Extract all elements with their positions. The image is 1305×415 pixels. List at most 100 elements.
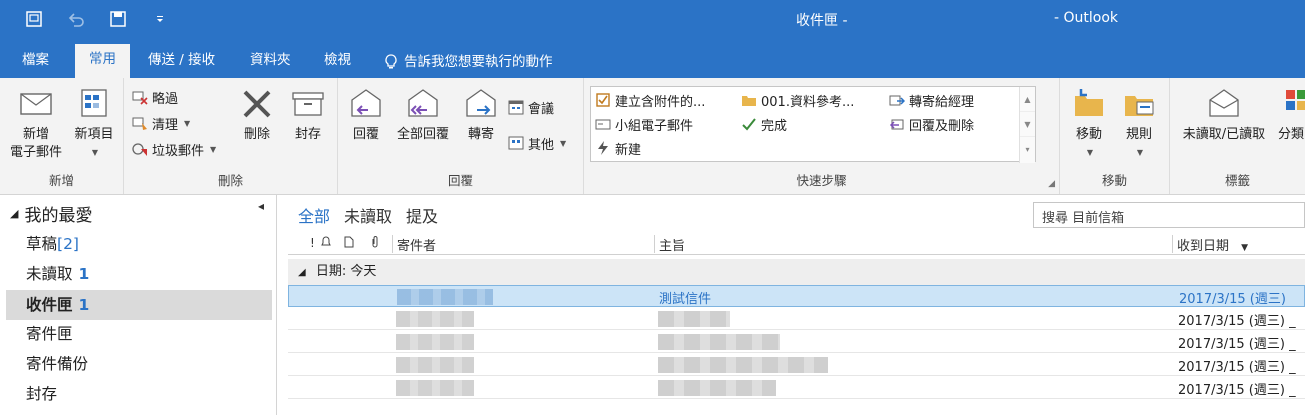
tab-send-receive[interactable]: 傳送 / 接收: [134, 46, 229, 78]
chevron-down-icon: ▼: [210, 144, 217, 154]
favorites-header[interactable]: ◢ 我的最愛: [10, 201, 92, 226]
quick-step-create-new[interactable]: 新建: [595, 137, 641, 159]
folder-unread[interactable]: 未讀取 1: [6, 259, 272, 289]
column-subject[interactable]: 主旨: [654, 235, 1172, 254]
folder-label: 未讀取: [26, 265, 73, 283]
quick-steps-gallery: 建立含附件的... 001.資料參考... 轉寄給經理 小組電子郵件 完成 回覆…: [590, 86, 1036, 163]
message-date: 2017/3/15 (週三) _: [1178, 383, 1296, 398]
collapse-triangle-icon: ◢: [10, 207, 19, 220]
group-delete-label: 刪除: [217, 173, 243, 188]
folder-label: 封存: [26, 385, 58, 403]
junk-button[interactable]: 垃圾郵件 ▼: [132, 138, 216, 160]
gallery-more-icon[interactable]: ▾: [1020, 137, 1035, 162]
cleanup-button[interactable]: 清理 ▼: [132, 112, 190, 134]
folder-label: 收件匣: [26, 296, 73, 314]
new-items-button[interactable]: 新項目 ▼: [68, 86, 120, 162]
new-email-label-2: 電子郵件: [9, 145, 62, 160]
quick-step-label: 完成: [761, 118, 788, 134]
tab-view[interactable]: 檢視: [310, 46, 365, 78]
quick-step-label: 建立含附件的...: [615, 94, 706, 110]
chevron-down-icon: ▼: [560, 138, 567, 148]
tab-home[interactable]: 常用: [75, 44, 130, 78]
column-from[interactable]: 寄件者: [392, 235, 654, 254]
folder-drafts[interactable]: 草稿[2]: [6, 229, 272, 259]
window-title-folder: 收件匣 -: [796, 13, 848, 29]
save-icon[interactable]: [108, 9, 128, 29]
ribbon: 新增 電子郵件 新項目 ▼ 新增 略過 清理 ▼ 垃圾郵件 ▼ 刪除 封存 刪除…: [0, 78, 1305, 195]
meeting-button[interactable]: 會議: [508, 96, 554, 118]
reminder-icon[interactable]: [320, 236, 332, 251]
more-respond-icon: [508, 136, 524, 150]
quick-steps-scrollbar[interactable]: ▲ ▼ ▾: [1019, 87, 1035, 163]
importance-icon[interactable]: !: [310, 236, 315, 250]
group-new: 新增 電子郵件 新項目 ▼ 新增: [0, 78, 124, 194]
collapse-triangle-icon: ◢: [298, 267, 306, 278]
collapse-pane-icon[interactable]: ◂: [258, 199, 264, 213]
reply-delete-icon: [889, 119, 904, 130]
quick-step-team-email[interactable]: 小組電子郵件: [595, 113, 693, 135]
folder-inbox[interactable]: 收件匣 1: [6, 290, 272, 320]
folder-outbox[interactable]: 寄件匣: [6, 319, 272, 349]
quick-step-label: 001.資料參考...: [761, 94, 855, 110]
reply-button[interactable]: 回覆: [342, 86, 390, 144]
scroll-up-icon[interactable]: ▲: [1020, 87, 1035, 112]
archive-button[interactable]: 封存: [284, 86, 332, 144]
reply-all-icon: [405, 86, 441, 122]
send-receive-icon[interactable]: [24, 9, 44, 29]
group-respond: 回覆 全部回覆 轉寄 會議 其他 ▼ 回覆: [338, 78, 584, 194]
quick-step-folder-ref[interactable]: 001.資料參考...: [741, 89, 854, 111]
message-row[interactable]: 2017/3/15 (週三) _: [288, 331, 1305, 353]
quick-step-create-attachment[interactable]: 建立含附件的...: [595, 89, 705, 111]
filter-mentions[interactable]: 提及: [406, 203, 438, 227]
folder-count: [2]: [57, 235, 79, 253]
reply-all-button[interactable]: 全部回覆: [392, 86, 454, 144]
more-respond-button[interactable]: 其他 ▼: [508, 132, 566, 154]
categorize-button[interactable]: 分類: [1278, 86, 1305, 144]
date-group-header[interactable]: ◢ 日期: 今天: [288, 259, 1305, 285]
meeting-label: 會議: [528, 101, 555, 117]
tab-file[interactable]: 檔案: [8, 46, 63, 78]
group-quick-steps: 建立含附件的... 001.資料參考... 轉寄給經理 小組電子郵件 完成 回覆…: [584, 78, 1060, 194]
unread-read-button[interactable]: 未讀取/已讀取: [1174, 86, 1274, 144]
quick-step-done[interactable]: 完成: [741, 113, 787, 135]
message-row[interactable]: 測試信件 2017/3/15 (週三): [288, 285, 1305, 307]
message-subject: 測試信件: [659, 292, 712, 307]
lightbulb-icon: [385, 54, 397, 69]
message-row[interactable]: 2017/3/15 (週三) _: [288, 354, 1305, 376]
cleanup-label: 清理: [152, 117, 179, 133]
forward-button[interactable]: 轉寄: [458, 86, 504, 144]
meeting-icon: [508, 100, 524, 115]
scroll-down-icon[interactable]: ▼: [1020, 112, 1035, 137]
tell-me-box[interactable]: 告訴我您想要執行的動作: [370, 46, 567, 78]
tell-me-label: 告訴我您想要執行的動作: [404, 54, 553, 70]
folder-archive[interactable]: 封存: [6, 379, 272, 409]
message-date: 2017/3/15 (週三): [1179, 292, 1286, 307]
subject-redacted: [658, 334, 780, 350]
quick-step-forward-manager[interactable]: 轉寄給經理: [889, 89, 974, 111]
sender-redacted: [396, 334, 474, 350]
undo-icon[interactable]: [66, 9, 86, 29]
move-button[interactable]: 移動 ▼: [1066, 86, 1112, 162]
attachment-icon[interactable]: [370, 236, 380, 251]
search-input[interactable]: 搜尋 目前信箱: [1033, 202, 1305, 228]
item-type-icon[interactable]: [344, 236, 354, 251]
customize-qat-icon[interactable]: [150, 9, 170, 29]
folder-sent[interactable]: 寄件備份: [6, 349, 272, 379]
folder-label: 寄件匣: [26, 325, 73, 343]
filter-unread[interactable]: 未讀取: [344, 203, 392, 227]
filter-all[interactable]: 全部: [298, 203, 330, 227]
column-received[interactable]: 收到日期 ▼: [1172, 235, 1305, 254]
ignore-button[interactable]: 略過: [132, 86, 178, 108]
message-row[interactable]: 2017/3/15 (週三) _: [288, 308, 1305, 330]
folder-pane: ◢ 我的最愛 ◂ 草稿[2] 未讀取 1 收件匣 1 寄件匣 寄件備份 封存: [0, 195, 277, 415]
message-row[interactable]: 2017/3/15 (週三) _: [288, 377, 1305, 399]
forward-arrow-icon: [889, 95, 905, 106]
quick-step-reply-delete[interactable]: 回覆及刪除: [889, 113, 974, 135]
sender-redacted: [396, 311, 474, 327]
new-email-button[interactable]: 新增 電子郵件: [6, 86, 66, 162]
delete-button[interactable]: 刪除: [234, 86, 280, 144]
rules-button[interactable]: 規則 ▼: [1116, 86, 1162, 162]
categorize-icon: [1282, 86, 1305, 122]
chevron-down-icon: ▼: [1086, 148, 1094, 157]
tab-folder[interactable]: 資料夾: [236, 46, 305, 78]
